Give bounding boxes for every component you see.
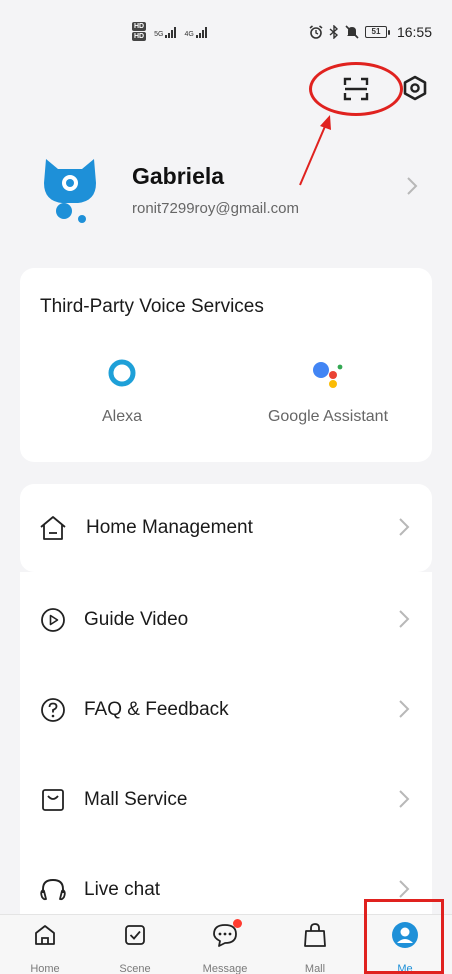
bluetooth-icon (329, 25, 338, 39)
alexa-label: Alexa (101, 408, 143, 425)
profile-text: Gabriela ronit7299roy@gmail.com (132, 163, 299, 217)
google-assistant-service[interactable]: Google Assistant (238, 356, 418, 426)
alexa-icon (108, 359, 136, 387)
network-label-4g: 4G (184, 30, 194, 38)
settings-button[interactable] (402, 75, 428, 101)
chevron-right-icon (407, 177, 418, 195)
signal-bars-icon (165, 26, 177, 38)
battery-icon: 51 (364, 26, 390, 38)
status-bar: HD HD 5G 4G 51 16:55 (0, 0, 452, 60)
play-circle-icon (41, 608, 65, 632)
chevron-right-icon (399, 700, 410, 718)
alarm-icon (309, 25, 323, 39)
annotation-highlight-box (364, 899, 444, 974)
bag-icon (42, 789, 64, 811)
mute-icon (345, 25, 359, 39)
nav-mall-label: Mall (304, 963, 326, 974)
question-circle-icon (41, 698, 65, 722)
menu-item-faq-feedback[interactable]: FAQ & Feedback (20, 680, 432, 740)
hd-badge-1: HD (132, 22, 147, 31)
signal-bars-icon (195, 26, 207, 38)
faq-feedback-label: FAQ & Feedback (84, 699, 229, 720)
home-icon (35, 925, 55, 945)
message-unread-dot (233, 919, 242, 928)
nav-home[interactable]: Home (13, 915, 77, 974)
voice-services-title: Third-Party Voice Services (40, 296, 264, 317)
shopping-bag-icon (304, 923, 326, 947)
google-assistant-label: Google Assistant (267, 408, 389, 425)
live-chat-label: Live chat (84, 879, 161, 900)
status-time: 16:55 (396, 24, 432, 40)
menu-item-guide-video[interactable]: Guide Video (20, 590, 432, 650)
network-label-5g: 5G (154, 30, 164, 38)
hd-badge-2: HD (132, 32, 147, 41)
guide-video-label: Guide Video (84, 609, 189, 630)
scan-icon (343, 77, 369, 101)
google-assistant-icon (313, 362, 343, 388)
nav-scene[interactable]: Scene (103, 915, 167, 974)
status-left: HD HD 5G 4G (132, 22, 207, 41)
avatar-logo-icon (44, 159, 96, 223)
nav-scene-label: Scene (119, 963, 151, 974)
menu-item-mall-service[interactable]: Mall Service (20, 770, 432, 830)
nav-message[interactable]: Message (193, 915, 257, 974)
house-icon (40, 516, 66, 540)
profile-section[interactable]: Gabriela ronit7299roy@gmail.com (40, 150, 432, 230)
menu-item-home-management[interactable]: Home Management (20, 498, 432, 558)
headset-icon (40, 879, 66, 901)
home-management-label: Home Management (86, 517, 253, 538)
nav-message-label: Message (202, 963, 248, 974)
home-management-card: Home Management (20, 484, 432, 572)
voice-services-card: Third-Party Voice Services Alexa Google … (20, 268, 432, 462)
chevron-right-icon (399, 610, 410, 628)
chevron-right-icon (399, 790, 410, 808)
mall-service-label: Mall Service (84, 789, 188, 810)
nav-home-label: Home (30, 963, 60, 974)
alexa-service[interactable]: Alexa (32, 356, 212, 426)
chevron-right-icon (399, 880, 410, 898)
settings-hexagon-icon (403, 75, 427, 101)
profile-email: ronit7299roy@gmail.com (132, 200, 299, 217)
chevron-right-icon (399, 518, 410, 536)
check-square-icon (125, 925, 145, 945)
profile-name: Gabriela (132, 163, 225, 189)
menu-card: Guide Video FAQ & Feedback Mall Service (20, 572, 432, 942)
status-right: 51 16:55 (309, 24, 432, 40)
scan-button[interactable] (309, 62, 403, 116)
nav-mall[interactable]: Mall (283, 915, 347, 974)
